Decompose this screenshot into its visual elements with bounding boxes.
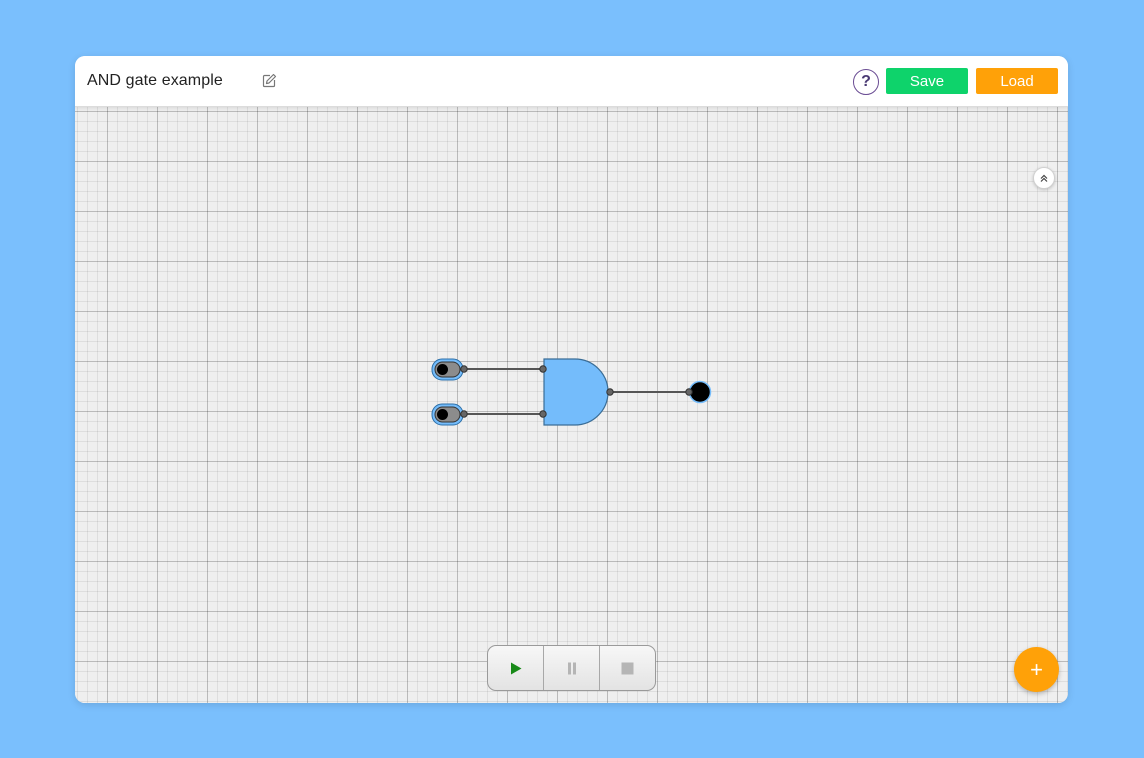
simulation-controls bbox=[487, 645, 656, 691]
add-component-button[interactable]: + bbox=[1014, 647, 1059, 692]
stop-button[interactable] bbox=[600, 646, 655, 690]
project-title: AND gate example bbox=[87, 72, 223, 89]
input-switch-1[interactable] bbox=[431, 358, 468, 381]
load-button[interactable]: Load bbox=[976, 68, 1058, 94]
help-button[interactable]: ? bbox=[853, 69, 879, 95]
collapse-button[interactable] bbox=[1033, 167, 1055, 189]
play-icon bbox=[510, 662, 521, 674]
top-bar: AND gate example ? Save Load bbox=[75, 56, 1068, 107]
play-button[interactable] bbox=[488, 646, 544, 690]
and-gate[interactable] bbox=[539, 358, 614, 426]
pause-button[interactable] bbox=[544, 646, 600, 690]
input-switch-2[interactable] bbox=[431, 403, 468, 426]
save-button[interactable]: Save bbox=[886, 68, 968, 94]
edit-icon[interactable] bbox=[261, 73, 277, 89]
double-chevron-up-icon bbox=[1040, 174, 1048, 182]
circuit-canvas[interactable] bbox=[75, 107, 1068, 703]
pause-icon bbox=[567, 662, 576, 674]
stop-icon bbox=[621, 662, 634, 674]
output-lamp[interactable] bbox=[685, 380, 712, 404]
editor-window: AND gate example ? Save Load + bbox=[75, 56, 1068, 703]
circuit-diagram bbox=[431, 358, 712, 426]
